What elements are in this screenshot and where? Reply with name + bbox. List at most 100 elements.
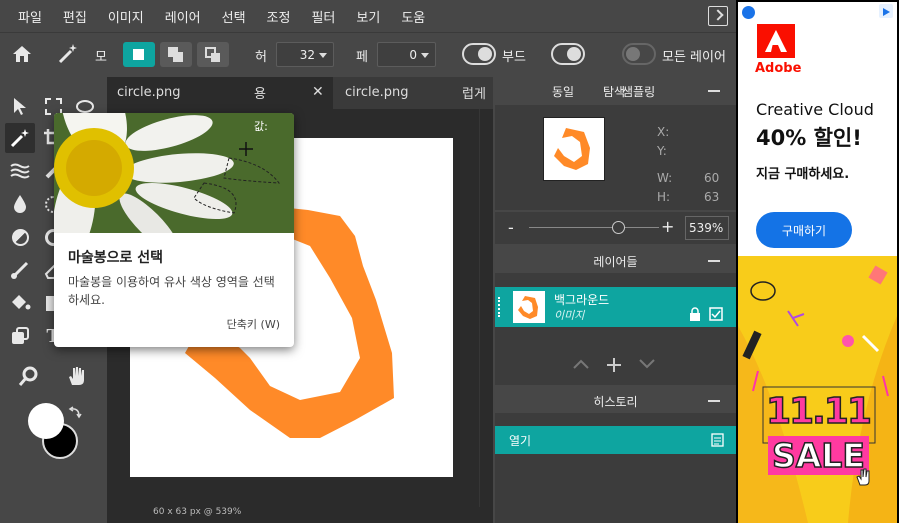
history-item-label: 열기 <box>509 434 532 448</box>
h-value: 63 <box>704 190 720 204</box>
add-selection-button[interactable] <box>160 42 192 67</box>
lock-icon[interactable] <box>688 307 702 322</box>
tolerance-value: 32 <box>299 48 315 62</box>
tab-partial-text: 럽게 <box>462 87 486 102</box>
menu-filter[interactable]: 필터 <box>311 7 335 26</box>
right-panels: 동일 탐색 샘플링 X: Y: W: 60 H: 63 - + 539% 레이어… <box>495 77 736 523</box>
navigator-panel-header: 동일 탐색 샘플링 <box>495 77 736 105</box>
photo-editor-app: 파일 편집 이미지 레이어 선택 조정 필터 보기 도움 모 허 32 페 0 … <box>0 0 736 523</box>
tab-label: circle.png <box>345 85 409 100</box>
w-value: 60 <box>704 171 720 185</box>
collapse-panels-icon[interactable] <box>708 6 728 26</box>
hand-tool-icon[interactable] <box>62 361 92 391</box>
magic-wand-icon[interactable] <box>56 42 80 66</box>
collapse-icon[interactable] <box>708 400 720 402</box>
ad-buy-button[interactable]: 구매하기 <box>756 212 852 248</box>
layer-row[interactable]: 백그라운드 이미지 <box>495 287 736 327</box>
zoom-out-button[interactable]: - <box>508 218 514 237</box>
blur-tool-icon[interactable] <box>5 189 35 219</box>
tab-label: circle.png <box>117 85 181 100</box>
navigator-info: X: Y: W: 60 H: 63 <box>495 105 736 210</box>
new-selection-button[interactable] <box>123 42 155 67</box>
menu-layer[interactable]: 레이어 <box>165 7 201 26</box>
x-label: X: <box>657 125 670 139</box>
all-layers-toggle[interactable] <box>622 43 656 65</box>
zoom-in-button[interactable]: + <box>661 217 674 236</box>
tolerance-input[interactable]: 32 <box>276 42 334 67</box>
zoom-value: 539% <box>689 221 724 235</box>
collapse-icon[interactable] <box>708 260 720 262</box>
liquify-tool-icon[interactable] <box>5 156 35 186</box>
tab-partial-text: 용 <box>254 87 266 102</box>
drag-handle-icon[interactable] <box>498 297 500 317</box>
tool-tooltip: 값: 마술봉으로 선택 마술봉을 이용하여 유사 색상 영역을 선택하세요. 단… <box>54 113 294 347</box>
tooltip-description: 마술봉을 이용하여 유사 색상 영역을 선택하세요. <box>68 275 275 307</box>
navigator-thumbnail[interactable] <box>543 117 605 181</box>
clone-stamp-tool-icon[interactable] <box>5 321 35 351</box>
zoom-slider-handle[interactable] <box>612 221 625 234</box>
tab-document-2[interactable]: circle.png 럽게 <box>333 77 493 109</box>
history-panel-header: 히스토리 <box>495 387 736 415</box>
brush-tool-icon[interactable] <box>5 255 35 285</box>
menu-edit[interactable]: 편집 <box>63 7 87 26</box>
contiguous-toggle[interactable] <box>462 43 496 65</box>
advertisement[interactable]: Adobe Creative Cloud 40% 할인! 지금 구매하세요. 구… <box>736 0 899 523</box>
all-layers-label: 모든 레이어 <box>662 50 726 65</box>
ad-sale-date: 11.11 <box>765 390 872 433</box>
ad-content[interactable]: Adobe Creative Cloud 40% 할인! 지금 구매하세요. 구… <box>738 2 897 523</box>
canvas-size-zoom: 60 x 63 px @ 539% <box>153 507 242 517</box>
hand-cursor-icon <box>856 468 870 486</box>
move-tool-icon[interactable] <box>5 91 35 121</box>
tooltip-shortcut: 단축키 (W) <box>226 318 280 331</box>
swap-colors-icon[interactable] <box>68 405 82 421</box>
panel-tab-label[interactable]: 동일 <box>552 83 574 100</box>
feather-input[interactable]: 0 <box>377 42 436 67</box>
tab-document-1[interactable]: circle.png 용 ✕ <box>107 77 333 109</box>
menu-image[interactable]: 이미지 <box>108 7 144 26</box>
dodge-tool-icon[interactable] <box>5 222 35 252</box>
collapse-icon[interactable] <box>708 90 720 92</box>
paint-bucket-tool-icon[interactable] <box>5 288 35 318</box>
move-layer-up-icon[interactable] <box>573 359 589 369</box>
add-layer-icon[interactable] <box>606 357 622 373</box>
smooth-toggle[interactable] <box>551 43 585 65</box>
history-panel: 열기 <box>495 413 736 523</box>
ad-info-icon[interactable] <box>742 6 755 19</box>
ad-brand: Adobe <box>755 61 802 76</box>
ad-discount: 40% 할인! <box>756 126 862 150</box>
feather-value: 0 <box>409 48 417 62</box>
preview-label: 값: <box>254 120 268 133</box>
chevron-down-icon <box>421 53 429 58</box>
zoom-tool-icon[interactable] <box>14 361 44 391</box>
layers-panel-header: 레이어들 <box>495 247 736 275</box>
ad-sale-label: SALE <box>768 435 869 476</box>
feather-label: 페 <box>356 50 368 65</box>
menu-file[interactable]: 파일 <box>18 7 42 26</box>
h-label: H: <box>657 190 671 204</box>
menu-bar: 파일 편집 이미지 레이어 선택 조정 필터 보기 도움 <box>0 0 736 32</box>
menu-adjust[interactable]: 조정 <box>267 7 291 26</box>
ad-headline: Creative Cloud <box>756 100 874 119</box>
subtract-selection-button[interactable] <box>197 42 229 67</box>
history-title: 히스토리 <box>593 395 638 409</box>
close-icon[interactable]: ✕ <box>312 84 324 100</box>
adobe-logo-icon <box>757 24 795 58</box>
layer-type: 이미지 <box>554 309 585 322</box>
magic-wand-tool-icon[interactable] <box>5 123 35 153</box>
mode-label: 모 <box>95 50 107 65</box>
menu-view[interactable]: 보기 <box>356 7 380 26</box>
zoom-input[interactable]: 539% <box>685 216 729 240</box>
move-layer-down-icon[interactable] <box>639 359 655 369</box>
visibility-checkbox-icon[interactable] <box>709 307 723 321</box>
menu-help[interactable]: 도움 <box>401 7 425 26</box>
history-item[interactable]: 열기 <box>495 426 736 454</box>
zoom-slider[interactable] <box>529 227 659 228</box>
menu-select[interactable]: 선택 <box>222 7 246 26</box>
ad-choices-icon[interactable] <box>879 4 893 18</box>
foreground-color-swatch[interactable] <box>28 403 64 439</box>
panel-tab-label[interactable]: 샘플링 <box>622 83 655 100</box>
home-icon[interactable] <box>11 44 33 64</box>
chevron-down-icon <box>319 53 327 58</box>
vertical-scrollbar[interactable] <box>479 109 493 507</box>
y-label: Y: <box>657 144 667 158</box>
